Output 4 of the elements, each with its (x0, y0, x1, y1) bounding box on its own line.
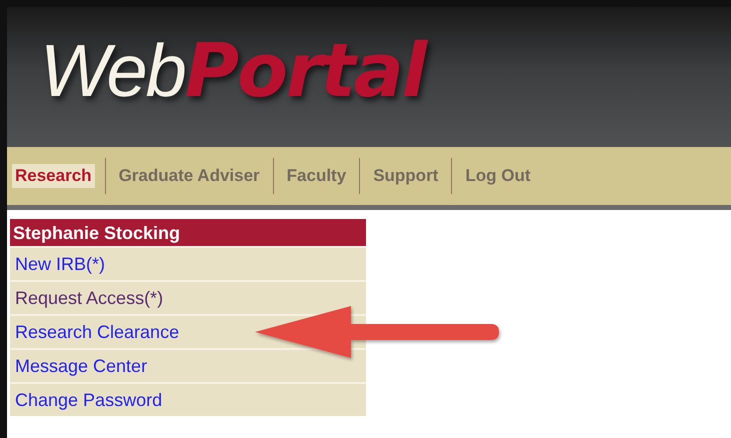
menu-link[interactable]: New IRB(*) (15, 254, 106, 274)
logo: WebPortal (40, 34, 426, 108)
nav-tab[interactable]: Research (12, 164, 95, 188)
menu-title: Stephanie Stocking (10, 219, 366, 246)
